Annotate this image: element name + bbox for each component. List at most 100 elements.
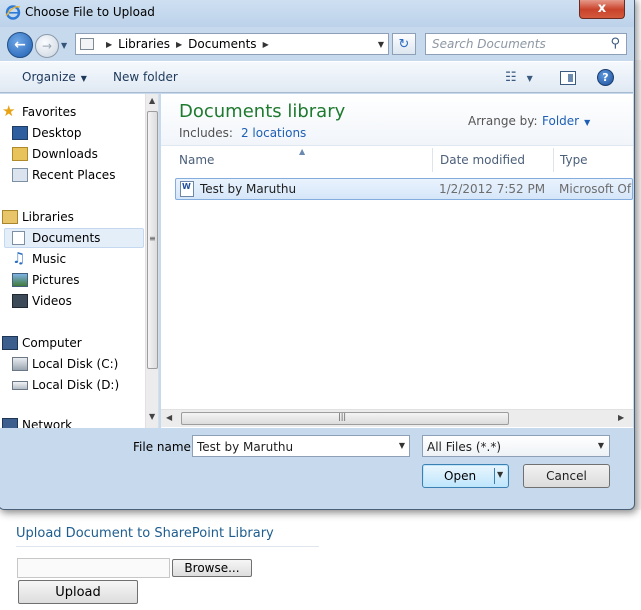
videos-icon bbox=[12, 294, 28, 308]
breadcrumb-libraries[interactable]: Libraries bbox=[118, 37, 170, 51]
file-type-filter-value: All Files (*.*) bbox=[427, 440, 502, 454]
help-icon[interactable]: ? bbox=[597, 69, 614, 86]
nav-music[interactable]: ♫ Music bbox=[12, 249, 67, 269]
downloads-icon bbox=[12, 147, 28, 161]
nav-computer[interactable]: Computer bbox=[2, 333, 82, 353]
column-header-type[interactable]: Type bbox=[554, 148, 633, 172]
nav-pictures[interactable]: Pictures bbox=[12, 270, 80, 290]
breadcrumb-separator-icon[interactable]: ▶ bbox=[106, 40, 112, 49]
scroll-grip-icon: ||| bbox=[338, 412, 347, 421]
nav-network[interactable]: Network bbox=[2, 415, 72, 428]
file-row[interactable]: Test by Maruthu 1/2/2012 7:52 PM Microso… bbox=[175, 178, 633, 200]
breadcrumb-separator-icon[interactable]: ▶ bbox=[263, 40, 269, 49]
nav-desktop[interactable]: Desktop bbox=[12, 123, 82, 143]
search-icon[interactable]: ⚲ bbox=[610, 36, 620, 51]
recent-places-icon bbox=[12, 168, 28, 182]
cancel-button[interactable]: Cancel bbox=[523, 464, 610, 488]
address-dropdown-icon[interactable]: ▼ bbox=[378, 40, 384, 49]
nav-documents-label: Documents bbox=[32, 231, 101, 245]
nav-videos[interactable]: Videos bbox=[12, 291, 72, 311]
chevron-down-icon[interactable]: ▼ bbox=[399, 441, 405, 450]
libraries-icon bbox=[2, 210, 18, 224]
recent-pages-dropdown[interactable]: ▼ bbox=[61, 41, 67, 50]
search-input[interactable]: Search Documents ⚲ bbox=[425, 33, 627, 55]
open-options-chevron-icon[interactable]: ▼ bbox=[497, 470, 503, 479]
close-icon: x bbox=[597, 1, 607, 16]
command-toolbar: Organize ▼ New folder ☷ ▼ ? bbox=[0, 61, 633, 93]
music-icon: ♫ bbox=[12, 249, 26, 267]
nav-desktop-label: Desktop bbox=[32, 126, 82, 140]
scroll-up-icon[interactable]: ▲ bbox=[149, 96, 155, 105]
chevron-down-icon: ▼ bbox=[584, 118, 591, 127]
star-icon: ★ bbox=[2, 102, 16, 120]
internet-explorer-icon bbox=[5, 5, 21, 20]
nav-local-disk-c-label: Local Disk (C:) bbox=[32, 357, 119, 371]
nav-local-disk-d-label: Local Disk (D:) bbox=[32, 378, 120, 392]
locations-link[interactable]: 2 locations bbox=[241, 126, 306, 140]
nav-local-disk-d[interactable]: Local Disk (D:) bbox=[12, 375, 120, 395]
split-divider bbox=[494, 468, 495, 484]
nav-scrollbar[interactable]: ▲ ≡ ▼ bbox=[145, 94, 158, 428]
column-header-date[interactable]: Date modified bbox=[434, 148, 554, 172]
documents-icon bbox=[12, 231, 25, 245]
nav-downloads[interactable]: Downloads bbox=[12, 144, 98, 164]
change-view-button[interactable]: ☷ ▼ bbox=[505, 70, 533, 85]
includes-label: Includes: bbox=[179, 126, 233, 140]
nav-recent-places-label: Recent Places bbox=[32, 168, 116, 182]
arrange-by-value: Folder bbox=[542, 114, 580, 128]
nav-favorites[interactable]: ★ Favorites bbox=[2, 102, 77, 122]
arrange-by-label: Arrange by: bbox=[468, 114, 538, 128]
file-name-label: File name: bbox=[133, 440, 195, 454]
refresh-icon: ↻ bbox=[398, 36, 410, 52]
nav-videos-label: Videos bbox=[32, 294, 72, 308]
forward-arrow-icon: → bbox=[41, 39, 53, 53]
upload-button[interactable]: Upload bbox=[18, 580, 138, 604]
nav-recent-places[interactable]: Recent Places bbox=[12, 165, 116, 185]
desktop-icon bbox=[12, 126, 28, 140]
refresh-button[interactable]: ↻ bbox=[392, 33, 416, 55]
nav-favorites-label: Favorites bbox=[22, 105, 77, 119]
close-button[interactable]: x bbox=[579, 0, 625, 19]
breadcrumb-documents[interactable]: Documents bbox=[188, 37, 256, 51]
scroll-left-icon[interactable]: ◀ bbox=[166, 413, 172, 422]
file-name-cell: Test by Maruthu bbox=[200, 182, 297, 196]
nav-computer-label: Computer bbox=[22, 336, 82, 350]
file-path-input[interactable] bbox=[17, 558, 170, 578]
organize-menu[interactable]: Organize ▼ bbox=[22, 70, 87, 84]
library-header: Documents library Includes: 2 locations A… bbox=[161, 94, 633, 146]
search-placeholder: Search Documents bbox=[432, 37, 546, 51]
back-button[interactable]: ← bbox=[7, 32, 33, 58]
breadcrumb-separator-icon[interactable]: ▶ bbox=[176, 40, 182, 49]
view-list-icon: ☷ bbox=[505, 70, 517, 85]
nav-local-disk-c[interactable]: Local Disk (C:) bbox=[12, 354, 119, 374]
browse-button[interactable]: Browse... bbox=[172, 559, 252, 577]
file-type-filter[interactable]: All Files (*.*) ▼ bbox=[422, 435, 610, 457]
arrange-by-dropdown[interactable]: Folder ▼ bbox=[542, 114, 590, 128]
file-list-hscrollbar[interactable]: ◀ ||| ▶ bbox=[161, 409, 633, 427]
column-header-name[interactable]: Name bbox=[173, 148, 433, 172]
preview-pane-icon[interactable] bbox=[560, 71, 576, 85]
chevron-down-icon: ▼ bbox=[526, 74, 533, 83]
file-name-value: Test by Maruthu bbox=[197, 440, 294, 454]
heading-divider bbox=[16, 546, 319, 547]
address-bar[interactable]: ▶ Libraries ▶ Documents ▶ ▼ bbox=[75, 33, 389, 55]
file-name-input[interactable]: Test by Maruthu ▼ bbox=[192, 435, 410, 457]
folder-icon bbox=[80, 38, 94, 50]
chevron-down-icon: ▼ bbox=[80, 74, 87, 83]
computer-icon bbox=[2, 336, 18, 350]
navigation-pane: ★ Favorites Desktop Downloads Recent Pla… bbox=[0, 94, 159, 428]
open-button[interactable]: Open ▼ bbox=[422, 464, 509, 488]
nav-pictures-label: Pictures bbox=[32, 273, 80, 287]
forward-button[interactable]: → bbox=[35, 34, 59, 58]
nav-libraries[interactable]: Libraries bbox=[2, 207, 74, 227]
scroll-down-icon[interactable]: ▼ bbox=[149, 412, 155, 421]
title-bar[interactable]: Choose File to Upload x bbox=[0, 0, 634, 27]
dialog-title: Choose File to Upload bbox=[25, 5, 155, 19]
scroll-grip-icon: ≡ bbox=[149, 234, 156, 243]
upload-heading: Upload Document to SharePoint Library bbox=[16, 526, 274, 541]
new-folder-button[interactable]: New folder bbox=[113, 70, 178, 84]
library-includes: Includes: 2 locations bbox=[179, 126, 306, 140]
nav-documents[interactable]: Documents bbox=[12, 228, 101, 248]
nav-music-label: Music bbox=[32, 252, 67, 266]
scroll-right-icon[interactable]: ▶ bbox=[618, 413, 624, 422]
